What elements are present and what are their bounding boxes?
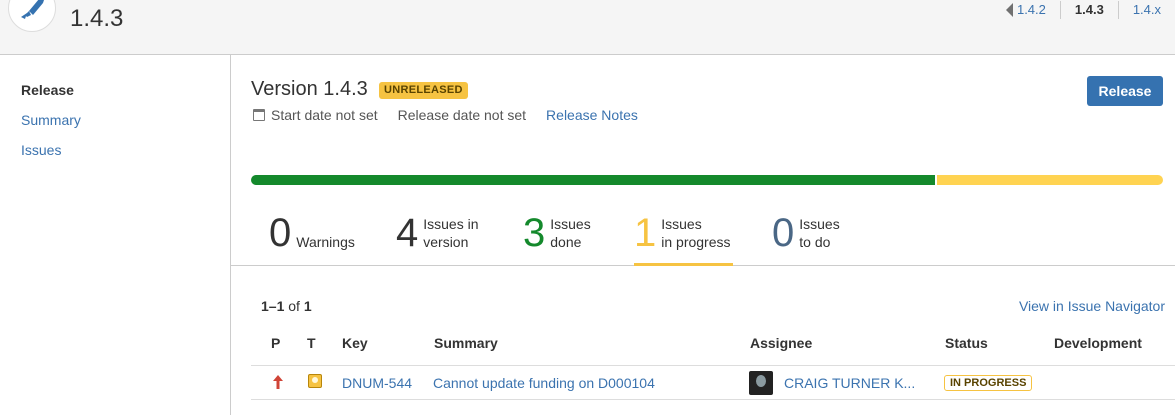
- table-row[interactable]: DNUM-544 Cannot update funding on D00010…: [251, 365, 1175, 400]
- progress-bar: [251, 175, 1163, 185]
- next-version-link[interactable]: 1.4.x: [1119, 1, 1175, 19]
- column-header-p[interactable]: P: [271, 335, 280, 351]
- stat-todo[interactable]: 0 Issues to do: [772, 205, 840, 266]
- column-header-t[interactable]: T: [307, 335, 316, 351]
- stat-label: Issues in version: [423, 216, 479, 250]
- stat-count: 3: [523, 211, 546, 255]
- column-header-summary[interactable]: Summary: [434, 335, 498, 351]
- stat-label: Issues done: [550, 216, 591, 250]
- release-button[interactable]: Release: [1087, 76, 1163, 106]
- stat-done[interactable]: 3 Issues done: [523, 205, 591, 266]
- sidebar-item-release[interactable]: Release: [21, 82, 74, 98]
- issue-stats: 0 Warnings 4 Issues in version 3 Issues …: [231, 205, 1175, 266]
- version-navigator: 1.4.2 1.4.3 1.4.x: [1002, 0, 1175, 20]
- column-header-assignee[interactable]: Assignee: [750, 335, 812, 351]
- stat-label: Issues in progress: [661, 216, 731, 250]
- issue-key-link[interactable]: DNUM-544: [342, 375, 412, 391]
- version-title: Version 1.4.3: [251, 78, 368, 100]
- results-total: 1: [303, 298, 312, 314]
- column-header-development[interactable]: Development: [1054, 335, 1142, 351]
- sidebar: Release Summary Issues: [0, 55, 231, 415]
- status-badge: UNRELEASED: [379, 82, 468, 99]
- improvement-icon: [308, 374, 322, 388]
- release-notes-link[interactable]: Release Notes: [546, 107, 638, 123]
- assignee-link[interactable]: CRAIG TURNER K...: [784, 375, 915, 391]
- version-meta: Start date not set Release date not set …: [253, 107, 638, 123]
- start-date: Start date not set: [271, 107, 378, 123]
- stat-count: 0: [269, 211, 292, 255]
- progress-in-progress: [937, 175, 1163, 185]
- column-header-status[interactable]: Status: [945, 335, 988, 351]
- project-avatar[interactable]: [8, 0, 56, 32]
- results-range: 1–1: [261, 298, 285, 314]
- issue-summary-link[interactable]: Cannot update funding on D000104: [433, 375, 655, 391]
- prev-version-link[interactable]: 1.4.2: [1003, 1, 1060, 19]
- results-count: 1–1 of 1: [261, 298, 312, 314]
- stat-label: Issues to do: [799, 216, 840, 250]
- stat-in-progress[interactable]: 1 Issues in progress: [634, 205, 733, 266]
- arrow-up-icon: [273, 375, 283, 389]
- sidebar-item-summary[interactable]: Summary: [21, 112, 81, 128]
- calendar-icon: [253, 109, 265, 121]
- stat-count: 0: [772, 211, 795, 255]
- stat-warnings[interactable]: 0 Warnings: [269, 205, 355, 266]
- stat-label: Warnings: [296, 234, 355, 250]
- rocket-icon: [21, 0, 44, 19]
- avatar: [749, 371, 773, 395]
- column-header-key[interactable]: Key: [342, 335, 368, 351]
- progress-done: [251, 175, 935, 185]
- header-bar: 1.4.3 1.4.2 1.4.3 1.4.x: [0, 0, 1175, 55]
- status-badge: IN PROGRESS: [944, 375, 1033, 391]
- stat-count: 4: [396, 211, 419, 255]
- results-of: of: [288, 298, 300, 314]
- release-date: Release date not set: [397, 107, 527, 123]
- stat-count: 1: [634, 211, 657, 255]
- main-content: Version 1.4.3 UNRELEASED Release Start d…: [231, 55, 1175, 415]
- stat-total[interactable]: 4 Issues in version: [396, 205, 479, 266]
- sidebar-item-issues[interactable]: Issues: [21, 142, 61, 158]
- page-title: 1.4.3: [70, 5, 124, 32]
- issue-navigator-link[interactable]: View in Issue Navigator: [1019, 298, 1165, 314]
- current-version: 1.4.3: [1074, 2, 1104, 17]
